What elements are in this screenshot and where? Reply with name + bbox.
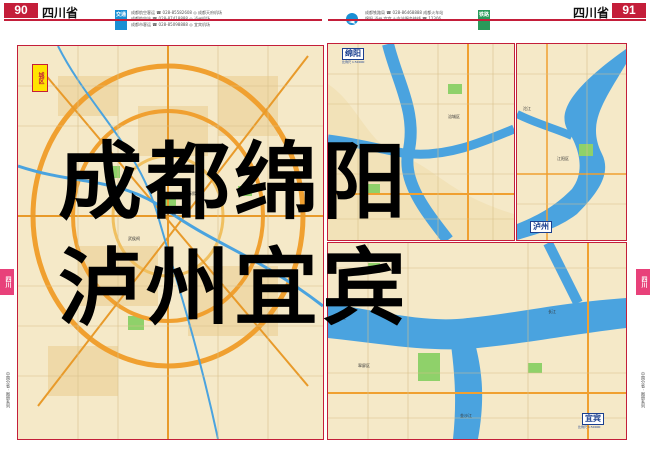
luzhou-title: 泸州: [530, 221, 552, 233]
side-tab-left: 四川: [0, 269, 14, 295]
header-rule-right: [328, 19, 646, 21]
yibin-title: 宜宾: [582, 413, 604, 425]
header-rule-left: [4, 19, 322, 21]
chengdu-legend: 城区: [32, 64, 48, 92]
yibin-scale: 比例尺 1:50000: [578, 425, 601, 429]
mianyang-title: 绵阳: [342, 48, 364, 60]
side-tab-right: 四川: [636, 269, 650, 295]
place-label: 翠屏区: [358, 363, 370, 368]
luzhou-map-graphic: [517, 44, 626, 240]
side-note-right: 中国分省 · 图册系列: [641, 372, 646, 408]
page-number-left: 90: [4, 3, 38, 18]
map-luzhou[interactable]: 江阳区 沱江: [516, 43, 627, 241]
info-line: 成都市客运 ☎ 028-85098888 ◎ 宜宾机场: [131, 22, 210, 27]
overlay-line-2: 泸州宜宾: [58, 239, 411, 337]
river-label: 沱江: [523, 106, 531, 111]
place-label: 涪城区: [448, 114, 460, 119]
mianyang-scale: 比例尺 1:50000: [342, 60, 365, 64]
page-number-right: 91: [612, 3, 646, 18]
overlay-line-1: 成都绵阳: [58, 133, 411, 231]
place-label: 江阳区: [557, 156, 569, 161]
side-note-left: 中国分省 · 图册系列: [6, 372, 11, 408]
river-label: 金沙江: [460, 413, 472, 418]
river-label: 长江: [548, 309, 556, 314]
